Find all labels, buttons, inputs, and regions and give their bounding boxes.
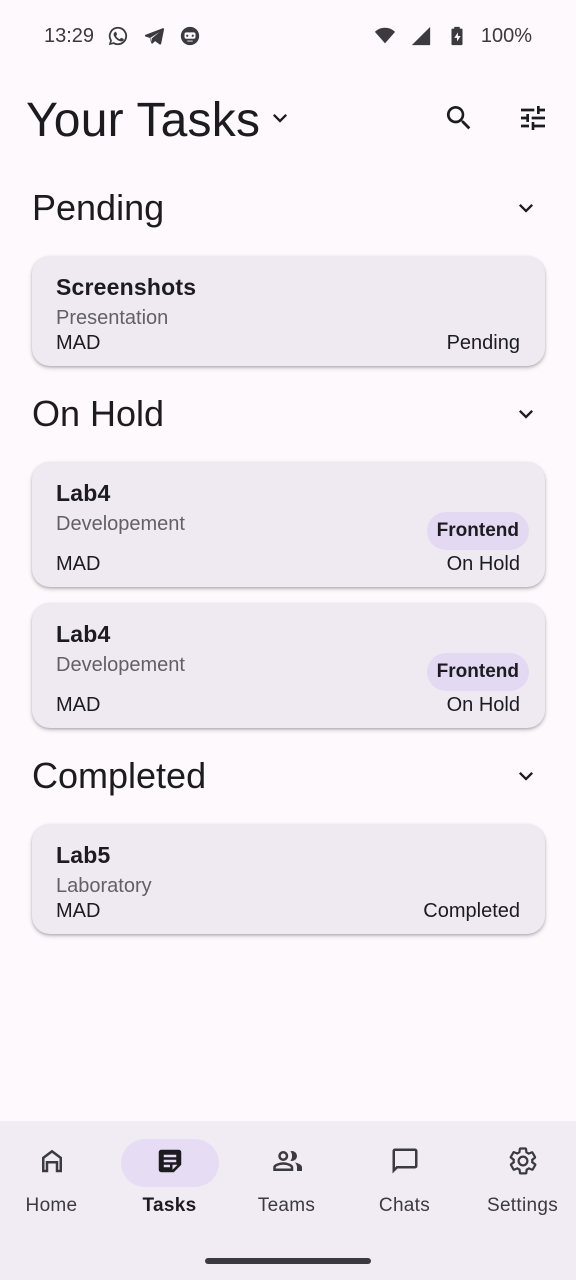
nav-item-tasks[interactable]: Tasks — [112, 1137, 227, 1237]
cell-signal-icon — [409, 24, 433, 48]
task-status: On Hold — [446, 553, 520, 575]
whatsapp-icon — [106, 24, 130, 48]
bottom-navigation: Home Tasks Teams Chats Settings — [0, 1121, 576, 1280]
telegram-icon — [142, 24, 166, 48]
section-header-on-hold[interactable]: On Hold — [0, 384, 576, 444]
nav-pill — [3, 1139, 101, 1187]
task-type: Laboratory — [56, 875, 152, 897]
chevron-down-icon[interactable] — [510, 760, 542, 792]
task-course: MAD — [56, 694, 101, 716]
status-bar: 13:29 100% — [0, 0, 576, 72]
nav-item-chats[interactable]: Chats — [347, 1137, 462, 1237]
section-header-pending[interactable]: Pending — [0, 178, 576, 238]
task-type: Presentation — [56, 307, 169, 329]
nav-pill — [238, 1139, 336, 1187]
task-card[interactable]: Lab5 Laboratory MAD Completed — [32, 824, 545, 934]
top-app-bar: Your Tasks — [0, 86, 576, 154]
nav-label: Chats — [378, 1195, 431, 1216]
task-status: Pending — [446, 332, 520, 354]
task-status: Completed — [423, 900, 520, 922]
nav-label: Home — [25, 1195, 78, 1216]
nav-label: Teams — [257, 1195, 316, 1216]
task-title: Screenshots — [56, 274, 197, 300]
section-title: Pending — [32, 187, 165, 228]
nav-label: Settings — [486, 1195, 559, 1216]
search-button[interactable] — [435, 96, 483, 144]
tasks-icon — [155, 1146, 185, 1181]
chevron-down-icon[interactable] — [510, 192, 542, 224]
section-title: On Hold — [32, 393, 165, 434]
status-time: 13:29 — [44, 24, 95, 47]
filter-button[interactable] — [509, 96, 557, 144]
task-tag: Frontend — [426, 653, 529, 691]
gesture-handle[interactable] — [205, 1258, 371, 1264]
chevron-down-icon — [266, 104, 294, 137]
section-title: Completed — [32, 755, 207, 796]
battery-icon — [445, 24, 469, 48]
wifi-icon — [373, 24, 397, 48]
task-status: On Hold — [446, 694, 520, 716]
task-course: MAD — [56, 553, 101, 575]
task-tag: Frontend — [426, 512, 529, 550]
task-type: Developement — [56, 513, 185, 535]
task-title: Lab4 — [56, 621, 111, 647]
nav-item-teams[interactable]: Teams — [229, 1137, 344, 1237]
chat-icon — [390, 1146, 420, 1181]
task-title: Lab4 — [56, 480, 111, 506]
task-card[interactable]: Lab4 Developement Frontend MAD On Hold — [32, 462, 545, 587]
tune-icon — [517, 102, 549, 139]
task-title: Lab5 — [56, 842, 111, 868]
home-icon — [37, 1146, 67, 1181]
nav-pill — [474, 1139, 572, 1187]
gear-icon — [508, 1146, 538, 1181]
section-header-completed[interactable]: Completed — [0, 746, 576, 806]
people-icon — [272, 1146, 302, 1181]
task-course: MAD — [56, 332, 101, 354]
status-right: 100% — [373, 24, 532, 48]
task-card[interactable]: Lab4 Developement Frontend MAD On Hold — [32, 603, 545, 728]
search-icon — [443, 102, 475, 139]
nav-item-home[interactable]: Home — [0, 1137, 109, 1237]
robot-icon — [178, 24, 202, 48]
chevron-down-icon[interactable] — [510, 398, 542, 430]
nav-pill-active — [120, 1139, 219, 1187]
status-left: 13:29 — [44, 24, 202, 48]
task-type: Developement — [56, 654, 185, 676]
nav-pill — [356, 1139, 454, 1187]
task-course: MAD — [56, 900, 101, 922]
task-card[interactable]: Screenshots Presentation MAD Pending — [32, 256, 545, 366]
nav-item-settings[interactable]: Settings — [465, 1137, 576, 1237]
title-dropdown[interactable]: Your Tasks — [26, 86, 294, 154]
nav-label: Tasks — [142, 1195, 197, 1216]
page-title: Your Tasks — [26, 93, 261, 147]
battery-percent: 100% — [480, 24, 532, 47]
